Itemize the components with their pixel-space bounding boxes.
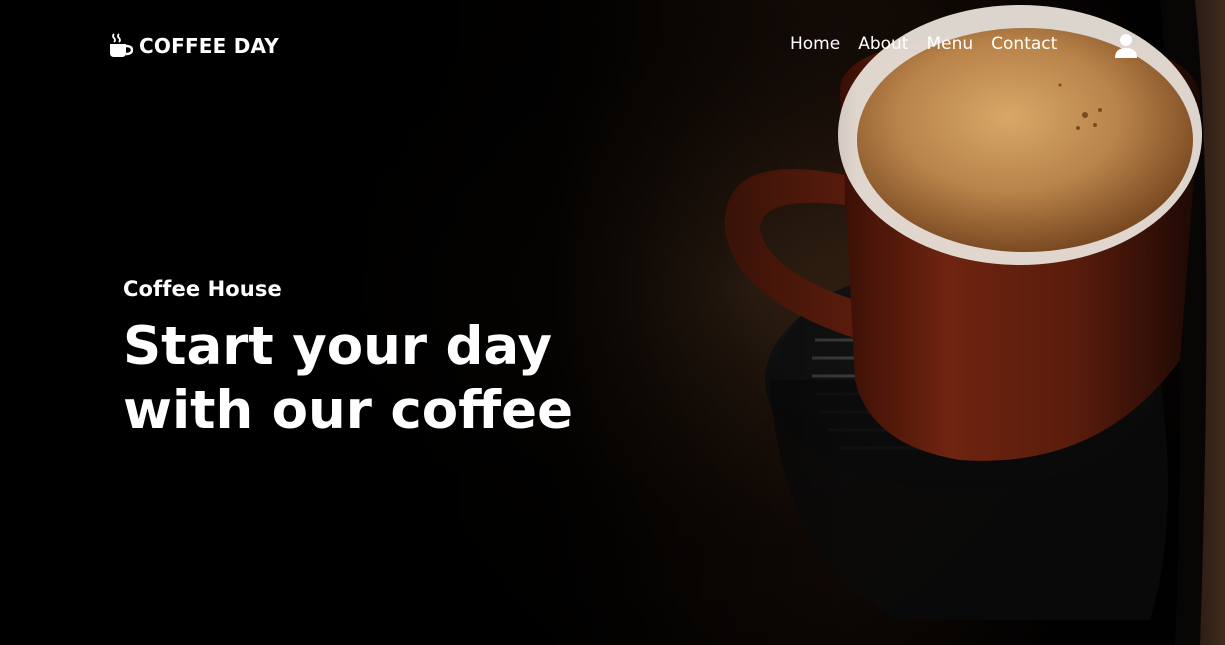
nav-link-about[interactable]: About: [858, 34, 908, 54]
hero-section: COFFEE DAY Home About Menu Contact Coffe…: [0, 0, 1225, 645]
navbar: COFFEE DAY Home About Menu Contact: [0, 0, 1225, 92]
mug-hot-icon: [110, 33, 133, 57]
nav-link-home[interactable]: Home: [790, 34, 840, 54]
nav-link-contact[interactable]: Contact: [991, 34, 1057, 54]
hero-headline: Start your day with our coffee: [123, 316, 574, 441]
nav-link-menu[interactable]: Menu: [926, 34, 973, 54]
user-icon[interactable]: [1114, 33, 1138, 59]
hero-copy: Coffee House Start your day with our cof…: [123, 277, 603, 443]
hero-eyebrow: Coffee House: [123, 277, 282, 301]
brand-logo-link[interactable]: COFFEE DAY: [109, 33, 279, 59]
nav-links: Home About Menu Contact: [790, 34, 1057, 54]
brand-name: COFFEE DAY: [139, 34, 279, 58]
